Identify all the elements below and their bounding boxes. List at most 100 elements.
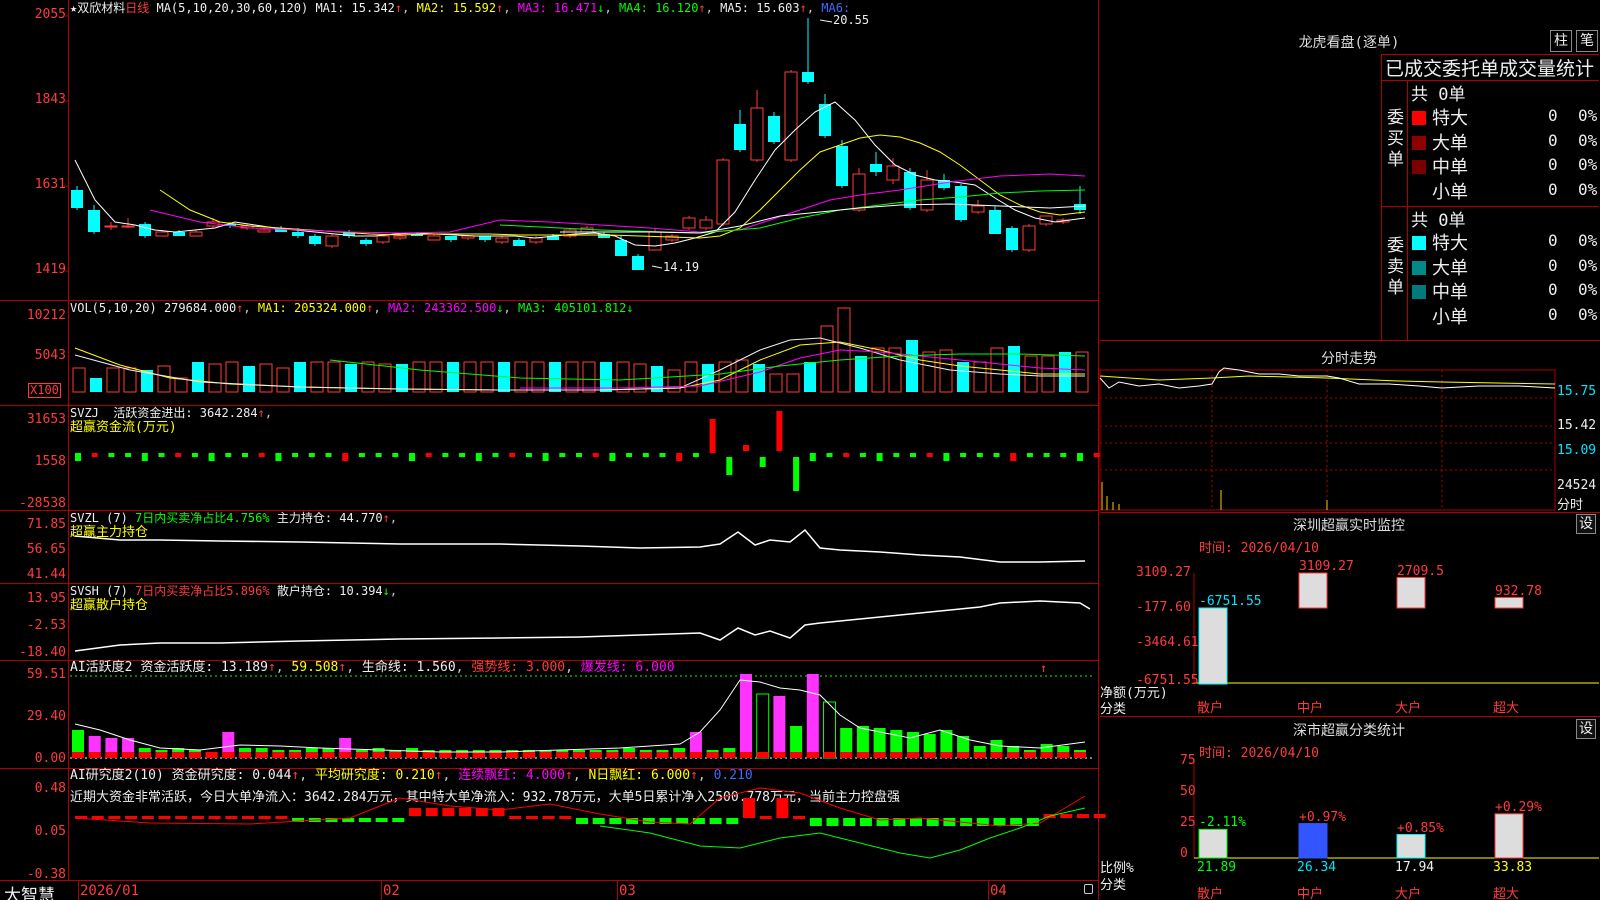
candle-body	[836, 146, 848, 186]
volume-bar	[684, 361, 698, 393]
ai2-base-bar	[322, 752, 335, 758]
row-percent: 0%	[1578, 255, 1598, 275]
ai2-base-bar	[606, 752, 619, 758]
candle-body	[648, 231, 662, 251]
ai2-base-bar	[639, 752, 652, 758]
candle-body	[852, 173, 866, 211]
pane-volume[interactable]: VOL(5,10,20) 279684.000↑, MA1: 205324.00…	[0, 300, 1098, 405]
volume-bar	[157, 365, 171, 393]
study-bar	[542, 816, 555, 819]
stat-title: 已成交委托单成交量统计	[1385, 58, 1595, 80]
svzj-bar	[442, 453, 449, 457]
candle-body	[529, 237, 543, 243]
svzj-bar	[275, 453, 282, 461]
study-bar	[175, 816, 188, 819]
study-bar	[592, 818, 605, 824]
ai2-base-bar	[138, 752, 151, 758]
study-bar	[743, 798, 755, 818]
svzj-bar	[158, 453, 165, 457]
ai2-base-bar	[155, 752, 168, 758]
volume-bar	[702, 364, 714, 392]
color-swatch	[1412, 285, 1426, 299]
svzj-bar	[926, 453, 933, 457]
ai2-base-bar	[355, 752, 368, 758]
color-swatch	[1412, 309, 1426, 324]
pane-svzl[interactable]: SVZL (7) 7日内买卖净占比4.756% 主力持仓: 44.770↑, 超…	[0, 510, 1098, 583]
volume-bar	[243, 366, 255, 392]
row-label: 特大	[1432, 108, 1468, 129]
fenshi-chart[interactable]	[1099, 340, 1600, 511]
row-count: 0	[1548, 106, 1558, 125]
study-bar	[125, 816, 138, 819]
fenshi-tick: 15.09	[1557, 443, 1597, 458]
sz-bar-value: 932.78	[1495, 583, 1542, 599]
sell-row-1: 大单	[1412, 254, 1468, 280]
pane-svsh[interactable]: SVSH (7) 7日内买卖净占比5.896% 散户持仓: 10.394↓, 超…	[0, 583, 1098, 660]
lock-icon[interactable]	[1084, 884, 1093, 894]
svzj-bar	[358, 453, 365, 457]
row-percent: 0%	[1578, 280, 1598, 299]
study-bar	[692, 818, 705, 824]
pane-main-price[interactable]: ★双欣材料日线 MA(5,10,20,30,60,120) MA1: 15.34…	[0, 0, 1098, 300]
sz-y-tick: 3109.27	[1136, 565, 1191, 580]
volume-bar	[1075, 351, 1089, 393]
volume-bar	[1059, 352, 1071, 392]
sz-cat: 大户	[1395, 701, 1422, 716]
candle-body	[189, 231, 203, 237]
candle-body	[768, 116, 780, 142]
row-percent: 0%	[1578, 106, 1598, 125]
candle-body	[750, 107, 764, 161]
volume-bar	[1008, 346, 1020, 392]
row-count: 0	[1548, 231, 1558, 250]
svzj-bar	[910, 453, 916, 457]
candle-chart[interactable]	[0, 0, 1098, 300]
sc-bar	[1298, 823, 1328, 859]
buy-row-1: 大单	[1412, 129, 1468, 155]
svzj-bar	[576, 453, 582, 457]
candle-body	[682, 217, 696, 229]
candle-body	[734, 124, 746, 150]
row-percent: 0%	[1578, 231, 1598, 250]
study-bar	[859, 818, 872, 826]
study-bar	[459, 808, 472, 816]
sell-row-2: 中单	[1412, 278, 1468, 304]
svzj-bar	[592, 453, 599, 457]
buy-total: 共 0单	[1411, 85, 1466, 105]
svzj-bar	[509, 453, 516, 457]
volume-bar	[378, 363, 392, 393]
study-bar	[910, 818, 922, 826]
buy-order-label: 委买单	[1387, 108, 1404, 170]
sz-cat: 超大	[1493, 701, 1520, 716]
sell-row-0: 特大	[1412, 229, 1468, 255]
study-bar	[525, 816, 538, 819]
svzj-bar	[759, 457, 766, 467]
candle-body	[971, 205, 985, 213]
candle-body	[427, 235, 441, 241]
date-tick: 02	[383, 883, 400, 899]
sc-y-tick: 75	[1180, 753, 1196, 768]
sz-bar-value: 3109.27	[1299, 559, 1354, 574]
svzj-bar	[993, 453, 1000, 457]
color-swatch	[1412, 184, 1426, 199]
sc-cat: 散户	[1197, 887, 1224, 900]
fenshi-tick: 分时	[1557, 498, 1584, 513]
buy-row-0: 特大	[1412, 104, 1468, 130]
pane-ai-activity[interactable]: AI活跃度2 资金活跃度: 13.189↑, 59.508↑, 生命线: 1.5…	[0, 660, 1098, 768]
sz-y-tick: -3464.61	[1136, 635, 1199, 650]
sc-value: 33.83	[1493, 860, 1533, 875]
row-label: 大单	[1432, 257, 1468, 279]
volume-bar	[106, 367, 120, 393]
row-count: 0	[1548, 304, 1558, 324]
date-tick: 04	[990, 883, 1007, 899]
svzj-bar	[425, 453, 432, 457]
tick-view-button[interactable]: 笔	[1576, 30, 1598, 52]
row-percent: 0%	[1578, 304, 1598, 324]
ai2-base-bar	[790, 752, 803, 758]
volume-bar	[939, 349, 953, 393]
pane-ai-study[interactable]: AI研究度2(10) 资金研究度: 0.044↑, 平均研究度: 0.210↑,…	[0, 768, 1106, 882]
svzj-bar	[826, 453, 833, 457]
candle-body	[173, 232, 185, 236]
study-bar	[943, 818, 956, 826]
bar-view-button[interactable]: 柱	[1550, 30, 1572, 52]
pane-svzj[interactable]: SVZJ 活跃资金进出: 3642.284↑, 超赢资金流(万元) 31653 …	[0, 405, 1100, 511]
